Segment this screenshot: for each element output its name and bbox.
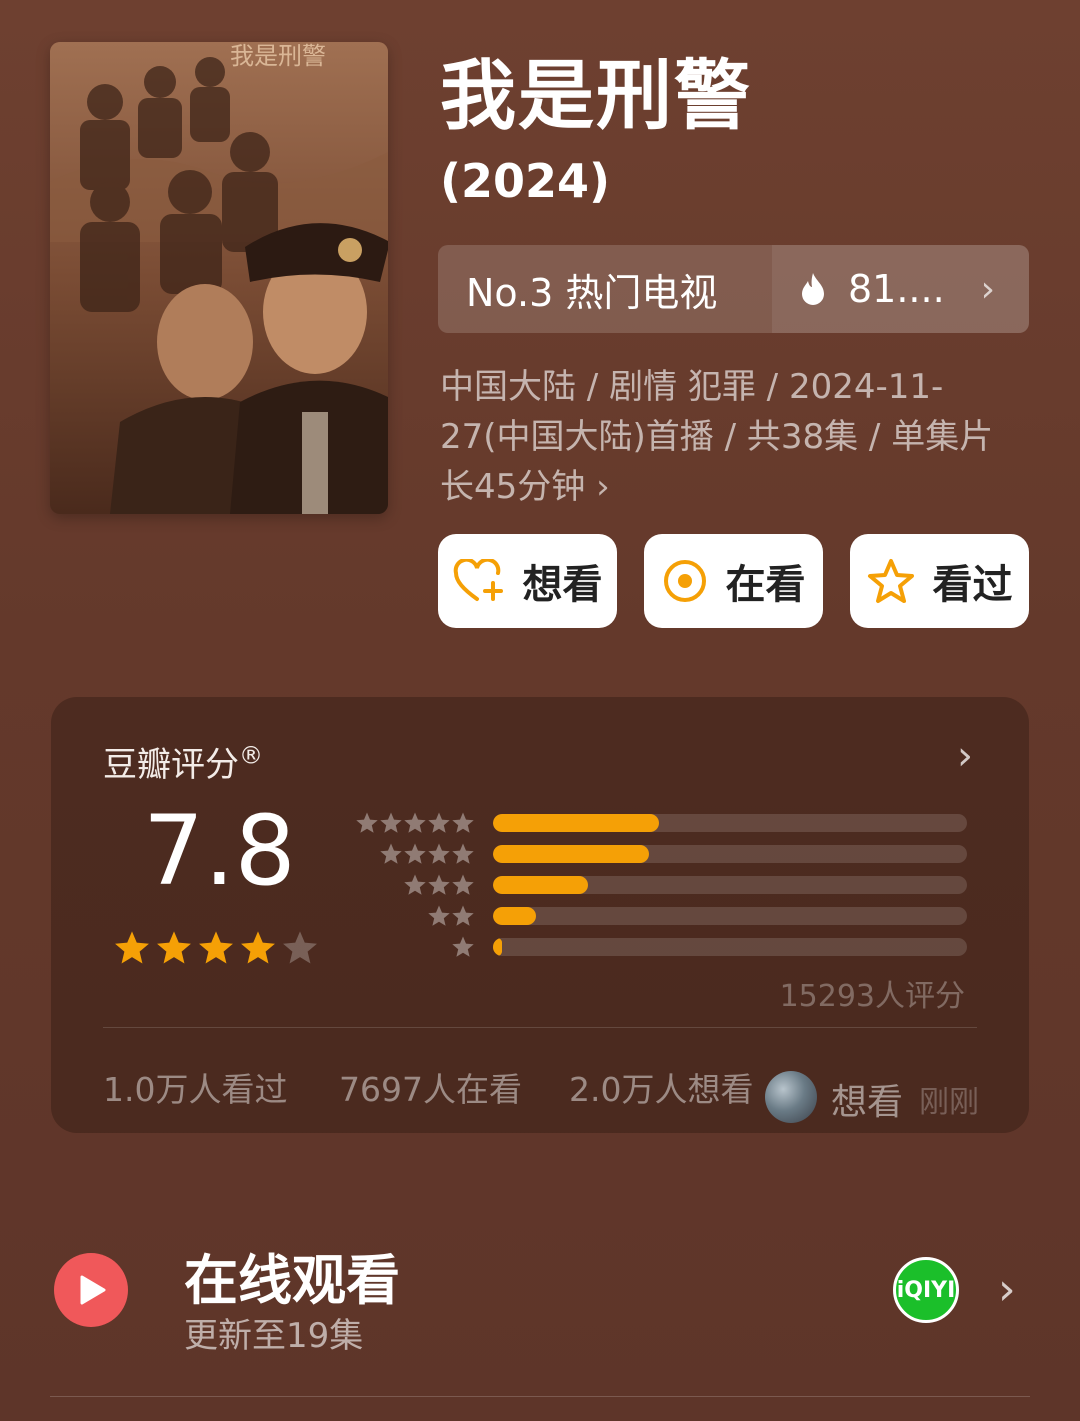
bar-track <box>493 876 967 894</box>
ranking-bar[interactable]: No.3 热门电视 81.... › <box>438 245 1029 333</box>
heat-section[interactable]: 81.... › <box>772 245 1029 333</box>
want-count[interactable]: 2.0万人想看 <box>569 1063 753 1111</box>
divider <box>103 1027 977 1028</box>
show-meta[interactable]: 中国大陆 / 剧情 犯罪 / 2024-11-27(中国大陆)首播 / 共38集… <box>440 362 1010 512</box>
chevron-right-icon: › <box>980 268 995 310</box>
score-stars <box>113 929 319 967</box>
rating-title: 豆瓣评分® <box>103 737 263 786</box>
want-button[interactable]: 想看 <box>438 534 617 628</box>
show-year: (2024) <box>440 154 611 208</box>
rating-distribution <box>355 811 967 966</box>
rating-card[interactable]: 豆瓣评分® › 7.8 15293人评分 1.0万人看过 7697人在看 2.0… <box>51 697 1029 1133</box>
svg-text:我是刑警: 我是刑警 <box>230 42 326 70</box>
watched-button[interactable]: 看过 <box>850 534 1029 628</box>
star-icon <box>428 812 450 833</box>
play-icon[interactable] <box>54 1253 128 1327</box>
rating-label: 豆瓣评分 <box>103 745 239 785</box>
recent-action: 想看 <box>831 1082 904 1123</box>
target-icon <box>663 560 706 602</box>
row-stars <box>355 811 475 835</box>
star-empty-icon <box>283 931 317 964</box>
bar-track <box>493 938 967 956</box>
show-title: 我是刑警 <box>440 51 752 140</box>
rating-row-5-star <box>355 811 967 842</box>
watching-button[interactable]: 在看 <box>644 534 823 628</box>
star-icon <box>428 843 450 864</box>
row-stars <box>451 935 475 959</box>
bar-fill <box>493 876 588 894</box>
registered-mark: ® <box>239 741 263 770</box>
star-filled-icon <box>241 931 275 964</box>
star-icon <box>404 874 426 895</box>
star-filled-icon <box>199 931 233 964</box>
watching-count[interactable]: 7697人在看 <box>339 1063 522 1111</box>
ranking-label[interactable]: No.3 热门电视 <box>438 245 772 333</box>
star-icon <box>404 812 426 833</box>
star-icon <box>452 812 474 833</box>
watch-online-subtitle: 更新至19集 <box>184 1316 364 1356</box>
iqiyi-logo-icon[interactable]: iQIYI <box>893 1257 959 1323</box>
rating-row-4-star <box>357 842 967 873</box>
watching-label: 在看 <box>725 562 806 608</box>
rating-score: 7.8 <box>143 795 296 907</box>
chevron-right-icon[interactable]: › <box>998 1264 1016 1315</box>
rating-row-3-star <box>357 873 967 904</box>
avatar[interactable] <box>765 1071 817 1123</box>
star-icon <box>452 843 474 864</box>
bar-fill <box>493 845 650 863</box>
star-icon <box>452 936 474 957</box>
bar-fill <box>493 938 503 956</box>
star-icon <box>356 812 378 833</box>
poster-image[interactable]: 我是刑警 <box>50 42 388 514</box>
star-icon <box>380 843 402 864</box>
star-icon <box>404 843 426 864</box>
bar-fill <box>493 907 536 925</box>
watched-count[interactable]: 1.0万人看过 <box>103 1063 287 1111</box>
heat-value: 81.... <box>848 267 945 311</box>
want-label: 想看 <box>522 562 603 608</box>
star-icon <box>428 874 450 895</box>
star-icon <box>452 874 474 895</box>
bar-track <box>493 814 967 832</box>
star-icon <box>380 812 402 833</box>
star-icon <box>452 905 474 926</box>
recent-time: 刚刚 <box>919 1085 979 1120</box>
star-outline-icon <box>867 559 914 603</box>
bar-track <box>493 845 967 863</box>
divider <box>50 1396 1030 1397</box>
heart-plus-icon <box>453 559 503 601</box>
row-stars <box>403 873 475 897</box>
bar-track <box>493 907 967 925</box>
watch-online-title[interactable]: 在线观看 <box>184 1236 400 1315</box>
row-stars <box>379 842 475 866</box>
star-filled-icon <box>157 931 191 964</box>
flame-icon <box>802 273 824 305</box>
chevron-right-icon[interactable]: › <box>957 733 973 779</box>
star-icon <box>428 905 450 926</box>
rating-row-2-star <box>357 904 967 935</box>
vote-count[interactable]: 15293人评分 <box>780 971 965 1015</box>
bar-fill <box>493 814 659 832</box>
star-filled-icon <box>115 931 149 964</box>
row-stars <box>427 904 475 928</box>
rating-row-1-star <box>357 935 967 966</box>
watched-label: 看过 <box>932 562 1013 608</box>
